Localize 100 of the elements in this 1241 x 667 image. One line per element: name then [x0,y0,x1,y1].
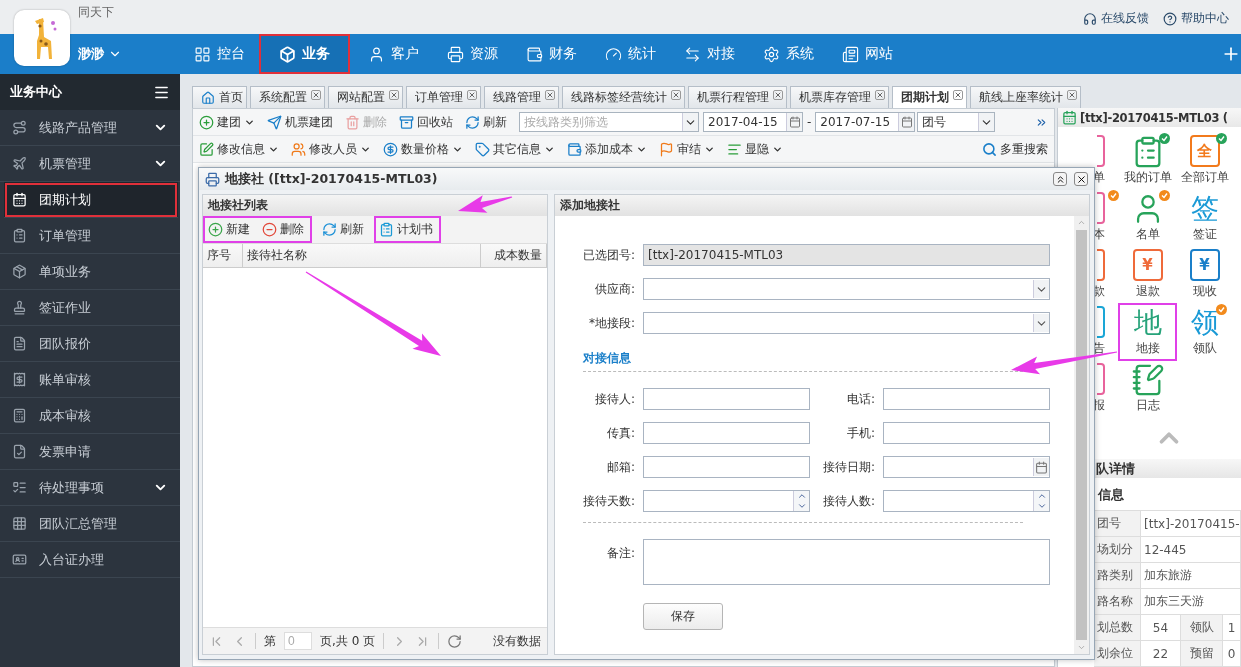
sidebar-item[interactable]: 团队报价 [0,326,180,362]
toolbar-button[interactable]: 审结 [659,140,715,158]
close-icon[interactable] [953,90,963,100]
sidebar-item[interactable]: 团期计划 [4,182,178,218]
sidebar-item[interactable]: 账单审核 [0,362,180,398]
sidebar-item[interactable]: 入台证办理 [0,542,180,578]
settings-icon [763,45,780,63]
date-field[interactable]: 2017-07-15 [815,112,916,132]
boxed-glyph-icon: ¥ [1189,249,1220,282]
tab[interactable]: 航线上座率统计 [970,86,1081,108]
tab[interactable]: 团期计划 [892,86,967,108]
toolbar-button[interactable]: 回收站 [399,113,453,131]
nav-item[interactable]: 统计 [591,34,670,74]
tab[interactable]: 线路管理 [484,86,559,108]
search-button[interactable]: 多重搜索 [982,140,1048,158]
column-header[interactable]: 成本数量 [481,244,547,267]
stamp-icon [12,300,27,315]
list-action-button[interactable]: 新建 [208,221,250,238]
toolbar-button[interactable]: 修改信息 [199,140,279,158]
input-field[interactable] [643,388,810,410]
shortcut-button[interactable]: ¥ 退款 [1119,247,1176,304]
tab[interactable]: 系统配置 [250,86,325,108]
shortcut-button[interactable]: 我的订单 [1119,133,1176,190]
select-field[interactable] [643,278,1050,300]
shortcut-button[interactable]: 名单 [1119,190,1176,247]
date-separator: - [807,115,812,129]
list-action-button[interactable]: 计划书 [379,221,433,238]
nav-item[interactable]: 对接 [670,34,749,74]
close-icon[interactable] [467,90,477,100]
date-field[interactable] [883,456,1050,478]
check-badge [1159,190,1170,202]
shortcut-button[interactable]: ¥ 现收 [1176,247,1233,304]
toolbar-button[interactable]: 修改人员 [291,140,371,158]
info-title: 信息 [1096,486,1125,504]
list-action-button[interactable]: 刷新 [322,221,364,238]
sidebar-item[interactable]: 发票申请 [0,434,180,470]
feedback-link[interactable]: 在线反馈 [1083,10,1149,27]
shortcut-button[interactable]: 日志 [1119,361,1176,418]
number-field[interactable] [883,490,1050,512]
shortcut-button[interactable]: 地 地接 [1119,304,1176,361]
sidebar-item[interactable]: 成本审核 [0,398,180,434]
column-header[interactable]: 序号 [203,244,243,267]
nav-item[interactable]: 业务 [259,34,350,74]
close-icon[interactable] [671,90,681,100]
close-icon[interactable] [311,90,321,100]
toolbar-button[interactable]: 机票建团 [267,113,333,131]
sidebar-item[interactable]: 待处理事项 [0,470,180,506]
help-link[interactable]: 帮助中心 [1163,10,1229,27]
input-field[interactable] [883,388,1050,410]
sidebar-item[interactable]: 线路产品管理 [0,110,180,146]
input-field[interactable] [643,456,810,478]
tab[interactable]: 线路标签经营统计 [562,86,685,108]
sidebar-item[interactable]: 订单管理 [0,218,180,254]
tab[interactable]: 机票库存管理 [790,86,889,108]
toolbar-button[interactable]: 其它信息 [475,140,555,158]
close-icon[interactable] [389,90,399,100]
sidebar-item[interactable]: 单项业务 [0,254,180,290]
nav-item[interactable]: 网站 [828,34,907,74]
toolbar-button[interactable]: 建团 [199,113,255,131]
tab[interactable]: 订单管理 [406,86,481,108]
group-title: [ttx]-20170415-MTL03 ( [1080,110,1228,125]
field-select[interactable]: 团号 [917,112,996,132]
nav-item[interactable]: 资源 [433,34,512,74]
user-menu[interactable]: 渺渺 [78,45,122,63]
scrollbar[interactable] [1074,216,1089,654]
input-field[interactable] [643,422,810,444]
shortcut-button[interactable]: 全 全部订单 [1176,133,1233,190]
refresh-button[interactable] [447,633,463,649]
save-button[interactable]: 保存 [643,603,723,630]
date-field[interactable]: 2017-04-15 [703,112,803,132]
tab[interactable]: 首页 [192,86,247,108]
number-field[interactable] [643,490,810,512]
sidebar-item[interactable]: 团队汇总管理 [0,506,180,542]
close-icon[interactable] [875,90,885,100]
toolbar-button[interactable]: 显隐 [727,140,783,158]
toolbar-button[interactable]: 添加成本 [567,140,647,158]
field-label: 手机: [845,424,875,442]
shortcut-button[interactable]: 签 签证 [1176,190,1233,247]
field-label: 电话: [845,390,875,408]
close-icon[interactable] [1067,90,1077,100]
list-action-button[interactable]: 删除 [262,221,304,238]
shortcut-button[interactable]: 领 领队 [1176,304,1233,361]
nav-item[interactable]: 系统 [749,34,828,74]
input-field[interactable] [883,422,1050,444]
toolbar-button[interactable]: 刷新 [465,113,507,131]
column-header[interactable]: 接待社名称 [243,244,481,267]
nav-item[interactable]: 财务 [512,34,591,74]
table-cell: 划总数 [1094,615,1141,641]
collapse-button[interactable] [1053,172,1067,186]
nav-item[interactable]: 客户 [354,34,433,74]
select-field[interactable] [643,312,1050,334]
toolbar-button[interactable]: 数量价格 [383,140,463,158]
nav-item[interactable]: 控台 [180,34,259,74]
tab[interactable]: 网站配置 [328,86,403,108]
tab[interactable]: 机票行程管理 [688,86,787,108]
close-button[interactable] [1074,172,1088,186]
close-icon[interactable] [773,90,783,100]
sidebar-item[interactable]: 签证作业 [0,290,180,326]
note-field[interactable] [643,539,1050,585]
close-icon[interactable] [545,90,555,100]
